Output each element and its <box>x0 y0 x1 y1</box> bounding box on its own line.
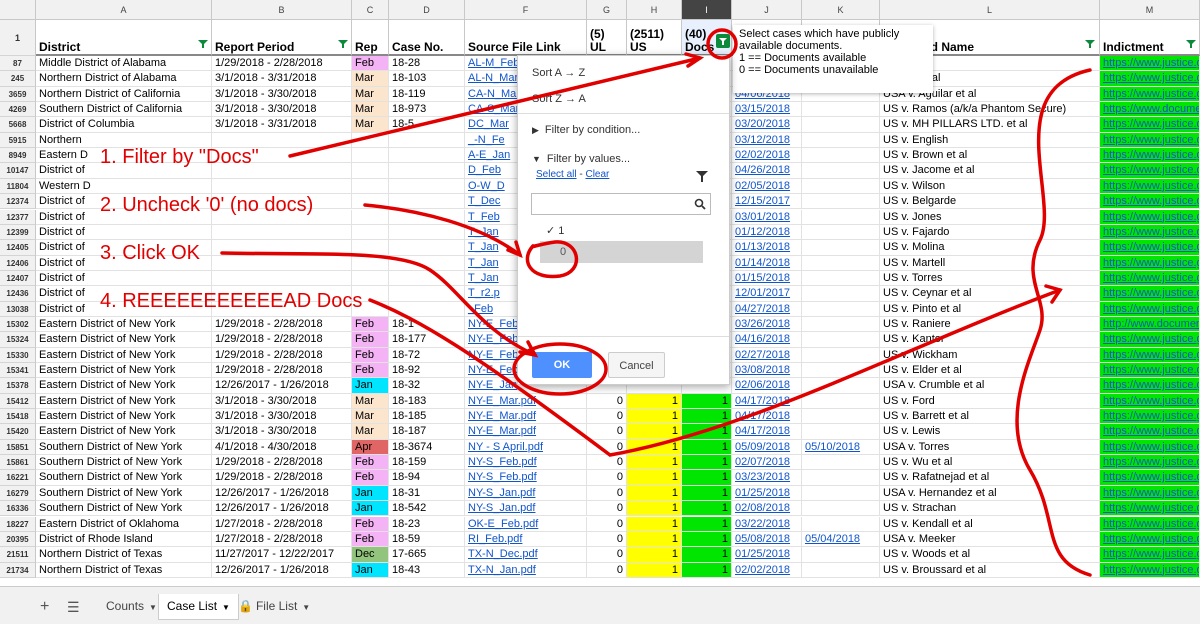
annotation-circle-zero <box>525 240 578 279</box>
annotation-step-3: 3. Click OK <box>100 242 201 264</box>
annotation-step-4: 4. REEEEEEEEEEEAD Docs <box>100 290 363 312</box>
chevron-down-icon: ▼ <box>222 603 230 612</box>
annotation-circle-filter <box>706 28 738 60</box>
tab-counts[interactable]: Counts ▼ <box>98 594 165 620</box>
annotation-circle-ok <box>512 342 608 396</box>
all-sheets-icon[interactable]: ☰ <box>67 599 80 616</box>
tab-counts-label: Counts <box>106 599 145 613</box>
annotation-arrow-1 <box>288 56 702 158</box>
annotation-step-2: 2. Uncheck '0' (no docs) <box>100 194 314 216</box>
tab-file-list[interactable]: 🔒 File List ▼ <box>230 594 318 620</box>
tab-file-list-label: File List <box>255 599 298 613</box>
tab-case-list-label: Case List <box>167 599 218 613</box>
chevron-down-icon: ▼ <box>302 603 311 612</box>
tab-case-list[interactable]: Case List ▼ <box>158 594 239 620</box>
lock-icon: 🔒 <box>238 599 253 613</box>
add-sheet-icon[interactable]: + <box>40 598 49 616</box>
annotation-brace <box>1015 68 1092 577</box>
chevron-down-icon: ▼ <box>149 603 157 612</box>
annotation-arrow-4 <box>368 288 1062 457</box>
annotation-step-1: 1. Filter by "Docs" <box>100 146 259 168</box>
annotation-arrow-2 <box>363 203 522 257</box>
